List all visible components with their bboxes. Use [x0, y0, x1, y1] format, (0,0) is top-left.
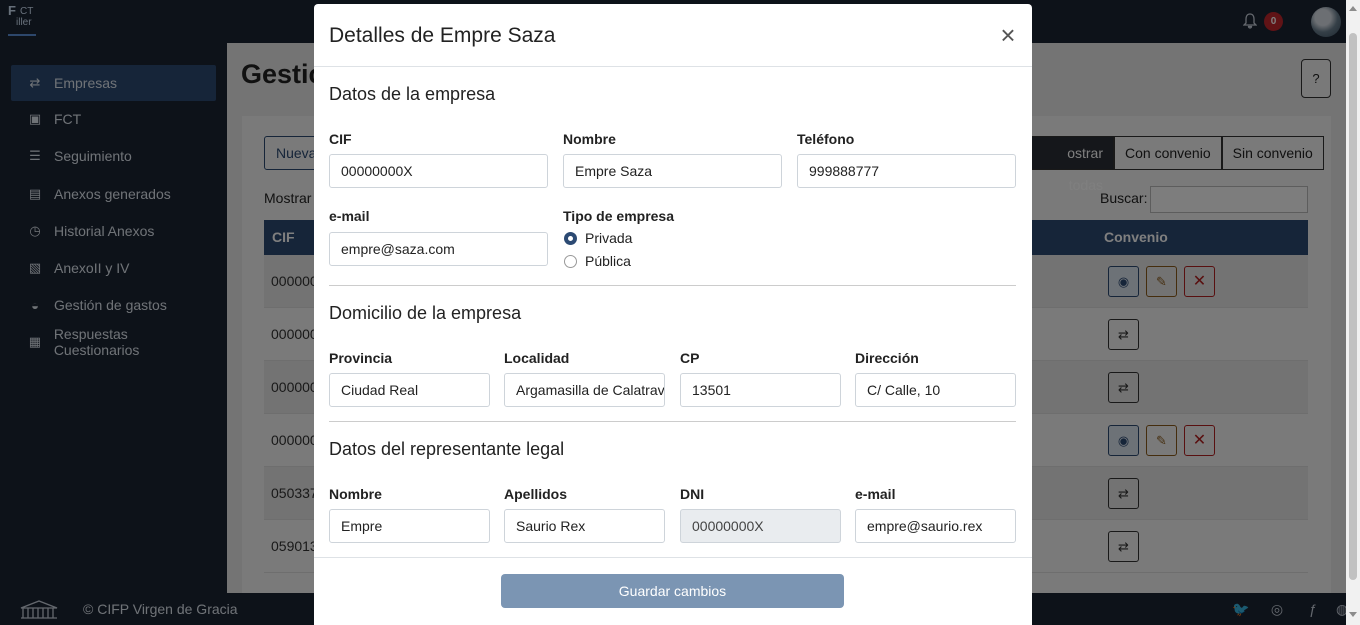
- modal-title: Detalles de Empre Saza: [329, 24, 556, 47]
- rep-dni-input: 00000000X: [680, 509, 841, 543]
- scroll-down-arrow-icon[interactable]: [1349, 612, 1357, 617]
- city-label: Localidad: [504, 350, 570, 366]
- rep-email-label: e-mail: [855, 486, 896, 502]
- street-label: Dirección: [855, 350, 919, 366]
- company-email-input[interactable]: empre@saza.com: [329, 232, 548, 266]
- page-scrollbar[interactable]: [1346, 0, 1360, 625]
- company-name-input[interactable]: Empre Saza: [563, 154, 782, 188]
- postal-code-label: CP: [680, 350, 700, 366]
- radio-label-privada: Privada: [585, 230, 633, 246]
- province-label: Provincia: [329, 350, 393, 366]
- section-divider: [329, 421, 1016, 422]
- phone-input[interactable]: 999888777: [797, 154, 1016, 188]
- radio-option-privada[interactable]: Privada: [564, 230, 632, 246]
- rep-surname-label: Apellidos: [504, 486, 568, 502]
- cif-input[interactable]: 00000000X: [329, 154, 548, 188]
- radio-label-publica: Pública: [585, 253, 631, 269]
- city-input[interactable]: Argamasilla de Calatrava: [504, 373, 665, 407]
- rep-name-label: Nombre: [329, 486, 382, 502]
- close-icon[interactable]: ×: [997, 22, 1019, 48]
- rep-name-input[interactable]: Empre: [329, 509, 490, 543]
- scroll-up-arrow-icon[interactable]: [1349, 6, 1357, 11]
- postal-code-input[interactable]: 13501: [680, 373, 841, 407]
- modal-body: Datos de la empresa CIF 00000000X Nombre…: [314, 67, 1032, 557]
- save-changes-button[interactable]: Guardar cambios: [501, 574, 844, 608]
- modal-footer: Guardar cambios: [314, 557, 1032, 625]
- rep-email-input[interactable]: empre@saurio.rex: [855, 509, 1016, 543]
- street-input[interactable]: C/ Calle, 10: [855, 373, 1016, 407]
- rep-dni-label: DNI: [680, 486, 705, 502]
- modal-header: Detalles de Empre Saza ×: [314, 4, 1032, 67]
- province-input[interactable]: Ciudad Real: [329, 373, 490, 407]
- scroll-thumb[interactable]: [1349, 33, 1357, 580]
- cif-label: CIF: [329, 131, 352, 147]
- radio-privada[interactable]: [564, 231, 577, 245]
- company-email-label: e-mail: [329, 208, 370, 224]
- rep-surname-input[interactable]: Saurio Rex: [504, 509, 665, 543]
- radio-option-publica[interactable]: Pública: [564, 253, 631, 269]
- section-title-legal-rep: Datos del representante legal: [329, 439, 565, 459]
- section-title-company: Datos de la empresa: [329, 84, 496, 104]
- company-name-label: Nombre: [563, 131, 616, 147]
- company-details-modal: Detalles de Empre Saza × Datos de la emp…: [314, 4, 1032, 625]
- phone-label: Teléfono: [797, 131, 855, 147]
- radio-publica[interactable]: [564, 254, 577, 268]
- company-type-label: Tipo de empresa: [563, 208, 675, 224]
- section-title-address: Domicilio de la empresa: [329, 303, 522, 323]
- section-divider: [329, 285, 1016, 286]
